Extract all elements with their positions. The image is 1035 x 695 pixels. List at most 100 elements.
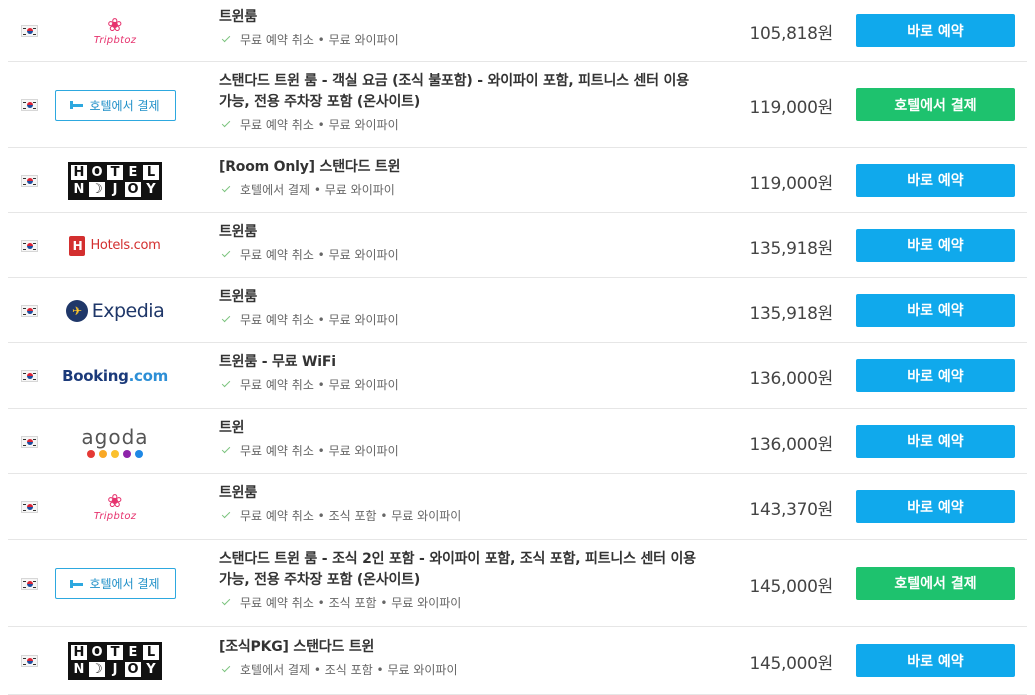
offer-info: [조식PKG] 스탠다드 트윈호텔에서 결제 • 조식 포함 • 무료 와이파이 <box>219 637 699 678</box>
bed-icon <box>70 101 84 109</box>
room-title[interactable]: 트윈룸 <box>219 222 699 243</box>
room-title[interactable]: [Room Only] 스탠다드 트윈 <box>219 157 699 178</box>
logo-glyph: T <box>106 163 124 181</box>
book-now-button[interactable]: 바로 예약 <box>856 424 1015 458</box>
agoda-dot <box>110 449 119 458</box>
room-features: 호텔에서 결제 • 무료 와이파이 <box>219 182 699 198</box>
logo-glyph: E <box>124 163 142 181</box>
check-icon <box>221 183 231 192</box>
room-features: 호텔에서 결제 • 조식 포함 • 무료 와이파이 <box>219 662 699 678</box>
offer-row: agoda 트윈무료 예약 취소 • 무료 와이파이 136,000원 바로 예약 <box>8 409 1027 474</box>
offer-info: 트윈무료 예약 취소 • 무료 와이파이 <box>219 418 699 459</box>
logo-glyph: O <box>124 661 142 678</box>
korea-flag-icon <box>21 370 38 382</box>
provider-logo[interactable]: ❀ Tripbtoz <box>54 487 176 527</box>
agoda-dot <box>98 449 107 458</box>
features-text: 무료 예약 취소 • 무료 와이파이 <box>240 378 399 392</box>
booking-logo: Booking.com <box>62 367 168 385</box>
features-text: 무료 예약 취소 • 조식 포함 • 무료 와이파이 <box>240 596 462 610</box>
check-icon <box>221 663 231 672</box>
check-icon <box>221 118 231 127</box>
logo-glyph: ☽ <box>88 180 106 198</box>
price: 136,000원 <box>749 434 833 455</box>
offer-row: H Hotels.com 트윈룸무료 예약 취소 • 무료 와이파이 135,918원… <box>8 213 1027 278</box>
book-now-button[interactable]: 바로 예약 <box>856 359 1015 392</box>
price: 119,000원 <box>749 98 833 118</box>
logo-glyph: O <box>88 644 106 661</box>
pay-at-hotel-button[interactable]: 호텔에서 결제 <box>856 566 1015 600</box>
offer-info: [Room Only] 스탠다드 트윈호텔에서 결제 • 무료 와이파이 <box>219 157 699 198</box>
logo-text: Hotels.com <box>90 238 161 253</box>
logo-glyph: L <box>142 644 160 661</box>
room-title[interactable]: 트윈 <box>219 418 699 439</box>
check-icon <box>221 509 231 518</box>
book-now-button[interactable]: 바로 예약 <box>856 228 1015 262</box>
room-features: 무료 예약 취소 • 무료 와이파이 <box>219 32 699 48</box>
offer-info: 스탠다드 트윈 룸 - 조식 2인 포함 - 와이파이 포함, 조식 포함, 피… <box>219 549 699 611</box>
room-title[interactable]: 스탠다드 트윈 룸 - 조식 2인 포함 - 와이파이 포함, 조식 포함, 피… <box>219 549 699 591</box>
room-title[interactable]: 트윈룸 <box>219 287 699 308</box>
expedia-logo: ✈ Expedia <box>65 299 165 322</box>
offer-info: 트윈룸 - 무료 WiFi 무료 예약 취소 • 무료 와이파이 <box>219 352 699 393</box>
pay-at-hotel-label: 호텔에서 결제 <box>89 577 160 591</box>
features-text: 무료 예약 취소 • 무료 와이파이 <box>240 444 399 458</box>
agoda-dot <box>122 449 131 458</box>
korea-flag-icon <box>21 99 38 111</box>
price: 143,370원 <box>749 500 833 520</box>
room-features: 무료 예약 취소 • 무료 와이파이 <box>219 443 699 459</box>
provider-logo[interactable]: 호텔에서 결제 <box>54 564 176 604</box>
korea-flag-icon <box>21 501 38 513</box>
room-title[interactable]: 트윈룸 <box>219 483 699 504</box>
hotelnjoy-logo: H O T E L N ☽ J O Y <box>68 642 162 680</box>
check-icon <box>221 596 231 605</box>
logo-text: Tripbtoz <box>93 510 137 522</box>
logo-glyph: J <box>106 661 124 678</box>
logo-text: Tripbtoz <box>93 34 137 46</box>
agoda-logo: agoda <box>81 426 148 458</box>
korea-flag-icon <box>21 25 38 37</box>
book-now-button[interactable]: 바로 예약 <box>856 490 1015 523</box>
provider-logo[interactable]: Booking.com <box>54 356 176 396</box>
room-title[interactable]: 스탠다드 트윈 룸 - 객실 요금 (조식 불포함) - 와이파이 포함, 피트… <box>219 71 699 113</box>
pay-at-hotel-button[interactable]: 호텔에서 결제 <box>856 88 1015 121</box>
logo-glyph: N <box>70 661 88 678</box>
pay-at-hotel-badge: 호텔에서 결제 <box>54 89 176 121</box>
logo-glyph: E <box>124 644 142 661</box>
check-icon <box>221 248 231 257</box>
provider-logo[interactable]: H O T E L N ☽ J O Y <box>54 161 176 201</box>
logo-glyph: ☽ <box>88 661 106 678</box>
hotelscom-logo: H Hotels.com <box>69 235 161 256</box>
features-text: 무료 예약 취소 • 조식 포함 • 무료 와이파이 <box>240 509 462 523</box>
room-title[interactable]: 트윈룸 <box>219 7 699 28</box>
offer-row: ❀ Tripbtoz 트윈룸무료 예약 취소 • 무료 와이파이 105,818원 바로… <box>8 0 1027 62</box>
book-now-button[interactable]: 바로 예약 <box>856 14 1015 47</box>
offer-info: 트윈룸무료 예약 취소 • 조식 포함 • 무료 와이파이 <box>219 483 699 524</box>
pay-at-hotel-badge: 호텔에서 결제 <box>54 568 176 599</box>
korea-flag-icon <box>21 174 38 187</box>
offer-row: 호텔에서 결제 스탠다드 트윈 룸 - 객실 요금 (조식 불포함) - 와이파이… <box>8 62 1027 148</box>
provider-logo[interactable]: ❀ Tripbtoz <box>54 11 176 51</box>
room-features: 무료 예약 취소 • 무료 와이파이 <box>219 377 699 393</box>
offer-row: 호텔에서 결제 스탠다드 트윈 룸 - 조식 2인 포함 - 와이파이 포함, 조… <box>8 540 1027 627</box>
korea-flag-icon <box>21 239 38 252</box>
check-icon <box>221 33 231 42</box>
provider-logo[interactable]: 호텔에서 결제 <box>54 85 176 125</box>
book-now-button[interactable]: 바로 예약 <box>856 293 1015 327</box>
provider-logo[interactable]: H Hotels.com <box>54 226 176 266</box>
book-now-button[interactable]: 바로 예약 <box>856 644 1015 677</box>
offer-row: Booking.com 트윈룸 - 무료 WiFi 무료 예약 취소 • 무료 와이… <box>8 343 1027 409</box>
features-text: 무료 예약 취소 • 무료 와이파이 <box>240 248 399 262</box>
room-title[interactable]: 트윈룸 - 무료 WiFi <box>219 352 699 373</box>
price: 105,818원 <box>749 24 833 44</box>
provider-logo[interactable]: ✈ Expedia <box>54 291 176 331</box>
provider-logo[interactable]: agoda <box>54 422 176 462</box>
room-features: 무료 예약 취소 • 무료 와이파이 <box>219 247 699 263</box>
logo-glyph: T <box>106 644 124 661</box>
price: 135,918원 <box>749 238 833 259</box>
bed-icon <box>70 579 84 588</box>
book-now-button[interactable]: 바로 예약 <box>856 163 1015 197</box>
room-title[interactable]: [조식PKG] 스탠다드 트윈 <box>219 637 699 658</box>
hotelnjoy-logo: H O T E L N ☽ J O Y <box>68 161 162 200</box>
offer-info: 스탠다드 트윈 룸 - 객실 요금 (조식 불포함) - 와이파이 포함, 피트… <box>219 71 699 133</box>
provider-logo[interactable]: H O T E L N ☽ J O Y <box>54 641 176 681</box>
